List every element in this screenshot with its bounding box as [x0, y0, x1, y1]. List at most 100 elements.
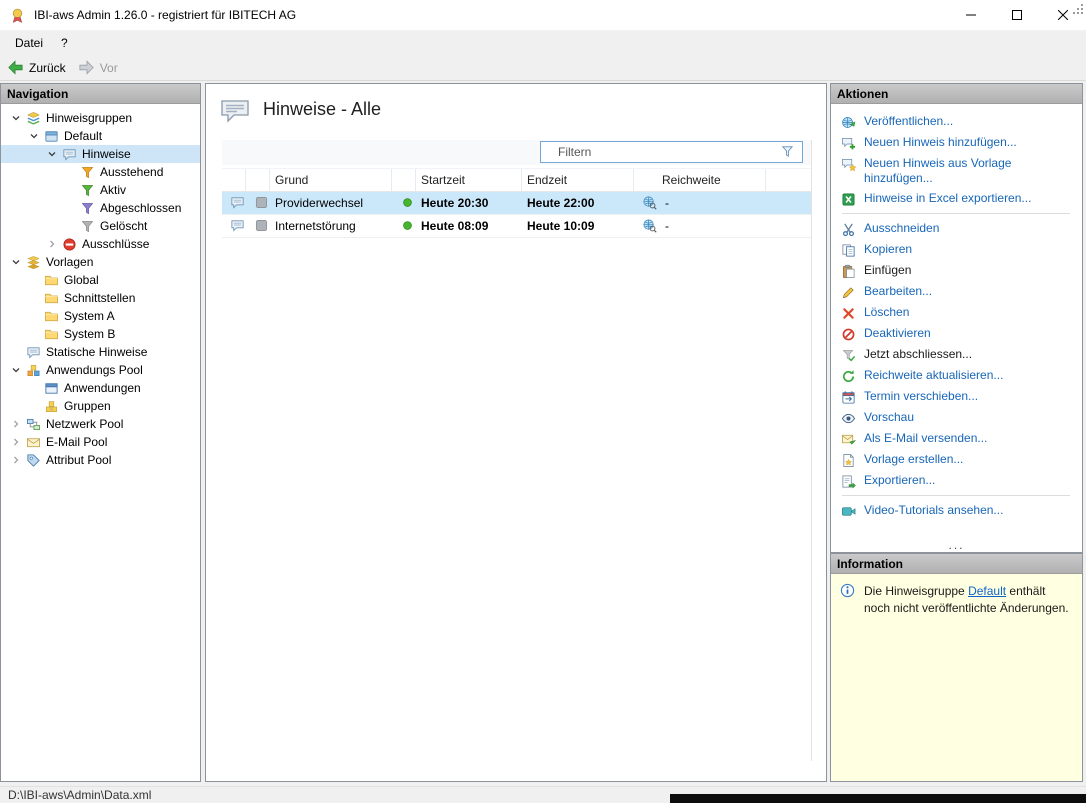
- chevron-right-icon[interactable]: [43, 236, 61, 252]
- chevron-down-icon[interactable]: [43, 146, 61, 162]
- tree-item-label: E-Mail Pool: [46, 435, 108, 449]
- menu-help[interactable]: ?: [52, 31, 77, 55]
- action-veroffentlichen[interactable]: Veröffentlichen...: [840, 111, 1082, 132]
- actions-overflow[interactable]: ...: [831, 538, 1082, 552]
- chevron-right-icon[interactable]: [7, 452, 25, 468]
- action-termin-verschieben[interactable]: Termin verschieben...: [840, 386, 1082, 407]
- chevron-right-icon[interactable]: [7, 416, 25, 432]
- action-label: Exportieren...: [864, 473, 936, 487]
- edit-icon: [840, 284, 857, 300]
- maximize-button[interactable]: [994, 0, 1040, 31]
- action-bearbeiten[interactable]: Bearbeiten...: [840, 281, 1082, 302]
- tree-item-schnittstellen[interactable]: Schnittstellen: [1, 289, 200, 307]
- chevron-down-icon[interactable]: [25, 128, 43, 144]
- cubes-yellow-icon: [43, 398, 60, 414]
- column-header-startzeit[interactable]: Startzeit: [416, 169, 522, 191]
- tree-item-label: System A: [64, 309, 115, 323]
- bubble-icon: [61, 146, 78, 162]
- forward-button[interactable]: Vor: [78, 59, 118, 76]
- tree-item-global[interactable]: Global: [1, 271, 200, 289]
- tree-item-system-b[interactable]: System B: [1, 325, 200, 343]
- minimize-button[interactable]: [948, 0, 994, 31]
- tree-item-e-mail-pool[interactable]: E-Mail Pool: [1, 433, 200, 451]
- status-cell: [392, 192, 416, 214]
- filter-funnel-icon[interactable]: [780, 144, 798, 160]
- back-button[interactable]: Zurück: [7, 59, 66, 76]
- action-jetzt-abschliessen[interactable]: Jetzt abschliessen...: [840, 344, 1082, 365]
- action-neuen-hinweis-aus-vorlage-hinzufugen[interactable]: Neuen Hinweis aus Vorlage hinzufügen...: [840, 153, 1082, 188]
- action-label: Einfügen: [864, 263, 912, 277]
- action-exportieren[interactable]: Exportieren...: [840, 470, 1082, 491]
- back-button-label: Zurück: [29, 60, 66, 75]
- action-vorlage-erstellen[interactable]: Vorlage erstellen...: [840, 449, 1082, 470]
- action-label: Reichweite aktualisieren...: [864, 368, 1004, 382]
- tree-item-anwendungs-pool[interactable]: Anwendungs Pool: [1, 361, 200, 379]
- table-header-row: Grund Startzeit Endzeit Reichweite: [222, 168, 811, 192]
- column-header-icon[interactable]: [246, 169, 270, 191]
- tree-item-abgeschlossen[interactable]: Abgeschlossen: [1, 199, 200, 217]
- action-label: Vorlage erstellen...: [864, 452, 964, 466]
- back-arrow-icon: [7, 59, 24, 76]
- hint-row-internetstorung[interactable]: Internetstörung Heute 08:09 Heute 10:09 -: [222, 215, 811, 238]
- action-neuen-hinweis-hinzufugen[interactable]: Neuen Hinweis hinzufügen...: [840, 132, 1082, 153]
- tree-item-anwendungen[interactable]: Anwendungen: [1, 379, 200, 397]
- tree-item-statische-hinweise[interactable]: Statische Hinweise: [1, 343, 200, 361]
- tree-item-vorlagen[interactable]: Vorlagen: [1, 253, 200, 271]
- hint-row-providerwechsel[interactable]: Providerwechsel Heute 20:30 Heute 22:00 -: [222, 192, 811, 215]
- action-video-tutorials-ansehen[interactable]: Video-Tutorials ansehen...: [840, 500, 1082, 521]
- tree-item-label: Vorlagen: [46, 255, 94, 269]
- chevron-down-icon[interactable]: [7, 362, 25, 378]
- tree-item-netzwerk-pool[interactable]: Netzwerk Pool: [1, 415, 200, 433]
- menu-datei[interactable]: Datei: [6, 31, 52, 55]
- action-hinweise-in-excel-exportieren[interactable]: Hinweise in Excel exportieren...: [840, 188, 1082, 209]
- chevron-down-icon[interactable]: [7, 110, 25, 126]
- column-header-grund[interactable]: Grund: [270, 169, 392, 191]
- tree-item-hinweise[interactable]: Hinweise: [1, 145, 200, 163]
- column-header-endzeit[interactable]: Endzeit: [522, 169, 634, 191]
- action-ausschneiden[interactable]: Ausschneiden: [840, 218, 1082, 239]
- column-header-icon[interactable]: [222, 169, 246, 191]
- default-group-link[interactable]: Default: [968, 584, 1006, 598]
- video-icon: [840, 503, 857, 519]
- tree-item-gruppen[interactable]: Gruppen: [1, 397, 200, 415]
- action-deaktivieren[interactable]: Deaktivieren: [840, 323, 1082, 344]
- action-einfugen[interactable]: Einfügen: [840, 260, 1082, 281]
- column-header-icon[interactable]: [392, 169, 416, 191]
- resize-grip-icon[interactable]: [1073, 3, 1083, 14]
- chevron-down-icon[interactable]: [7, 254, 25, 270]
- chevron-right-icon[interactable]: [7, 434, 25, 450]
- funnel-gray-icon: [79, 218, 96, 234]
- hint-type-cell: [222, 192, 246, 214]
- tree-item-hinweisgruppen[interactable]: Hinweisgruppen: [1, 109, 200, 127]
- action-reichweite-aktualisieren[interactable]: Reichweite aktualisieren...: [840, 365, 1082, 386]
- action-kopieren[interactable]: Kopieren: [840, 239, 1082, 260]
- tree-item-attribut-pool[interactable]: Attribut Pool: [1, 451, 200, 469]
- filter-input-wrapper: [540, 141, 803, 163]
- hint-group-icon: [43, 128, 60, 144]
- tree-item-label: System B: [64, 327, 116, 341]
- action-loschen[interactable]: Löschen: [840, 302, 1082, 323]
- action-vorschau[interactable]: Vorschau: [840, 407, 1082, 428]
- reichweite-cell: -: [634, 192, 766, 214]
- forward-button-label: Vor: [99, 60, 118, 75]
- preview-icon: [840, 410, 857, 426]
- filter-input[interactable]: [541, 145, 780, 159]
- tree-item-label: Gelöscht: [100, 219, 148, 233]
- tree-item-aktiv[interactable]: Aktiv: [1, 181, 200, 199]
- tree-item-ausstehend[interactable]: Ausstehend: [1, 163, 200, 181]
- tree-item-default[interactable]: Default: [1, 127, 200, 145]
- tree-item-geloscht[interactable]: Gelöscht: [1, 217, 200, 235]
- status-cell: [392, 215, 416, 237]
- action-label: Neuen Hinweis hinzufügen...: [864, 135, 1017, 149]
- navigation-tree: Hinweisgruppen Default Hinweise Ausstehend A…: [1, 104, 200, 469]
- tree-item-label: Attribut Pool: [46, 453, 112, 467]
- publish-icon: [840, 114, 857, 130]
- main-panel: Hinweise - Alle Grund StartzeitEndzeitRei…: [205, 83, 827, 782]
- column-header-reichweite[interactable]: Reichweite: [634, 169, 766, 191]
- information-text-before: Die Hinweisgruppe: [864, 584, 969, 598]
- action-als-e-mail-versenden[interactable]: Als E-Mail versenden...: [840, 428, 1082, 449]
- tree-item-ausschlusse[interactable]: Ausschlüsse: [1, 235, 200, 253]
- tree-item-system-a[interactable]: System A: [1, 307, 200, 325]
